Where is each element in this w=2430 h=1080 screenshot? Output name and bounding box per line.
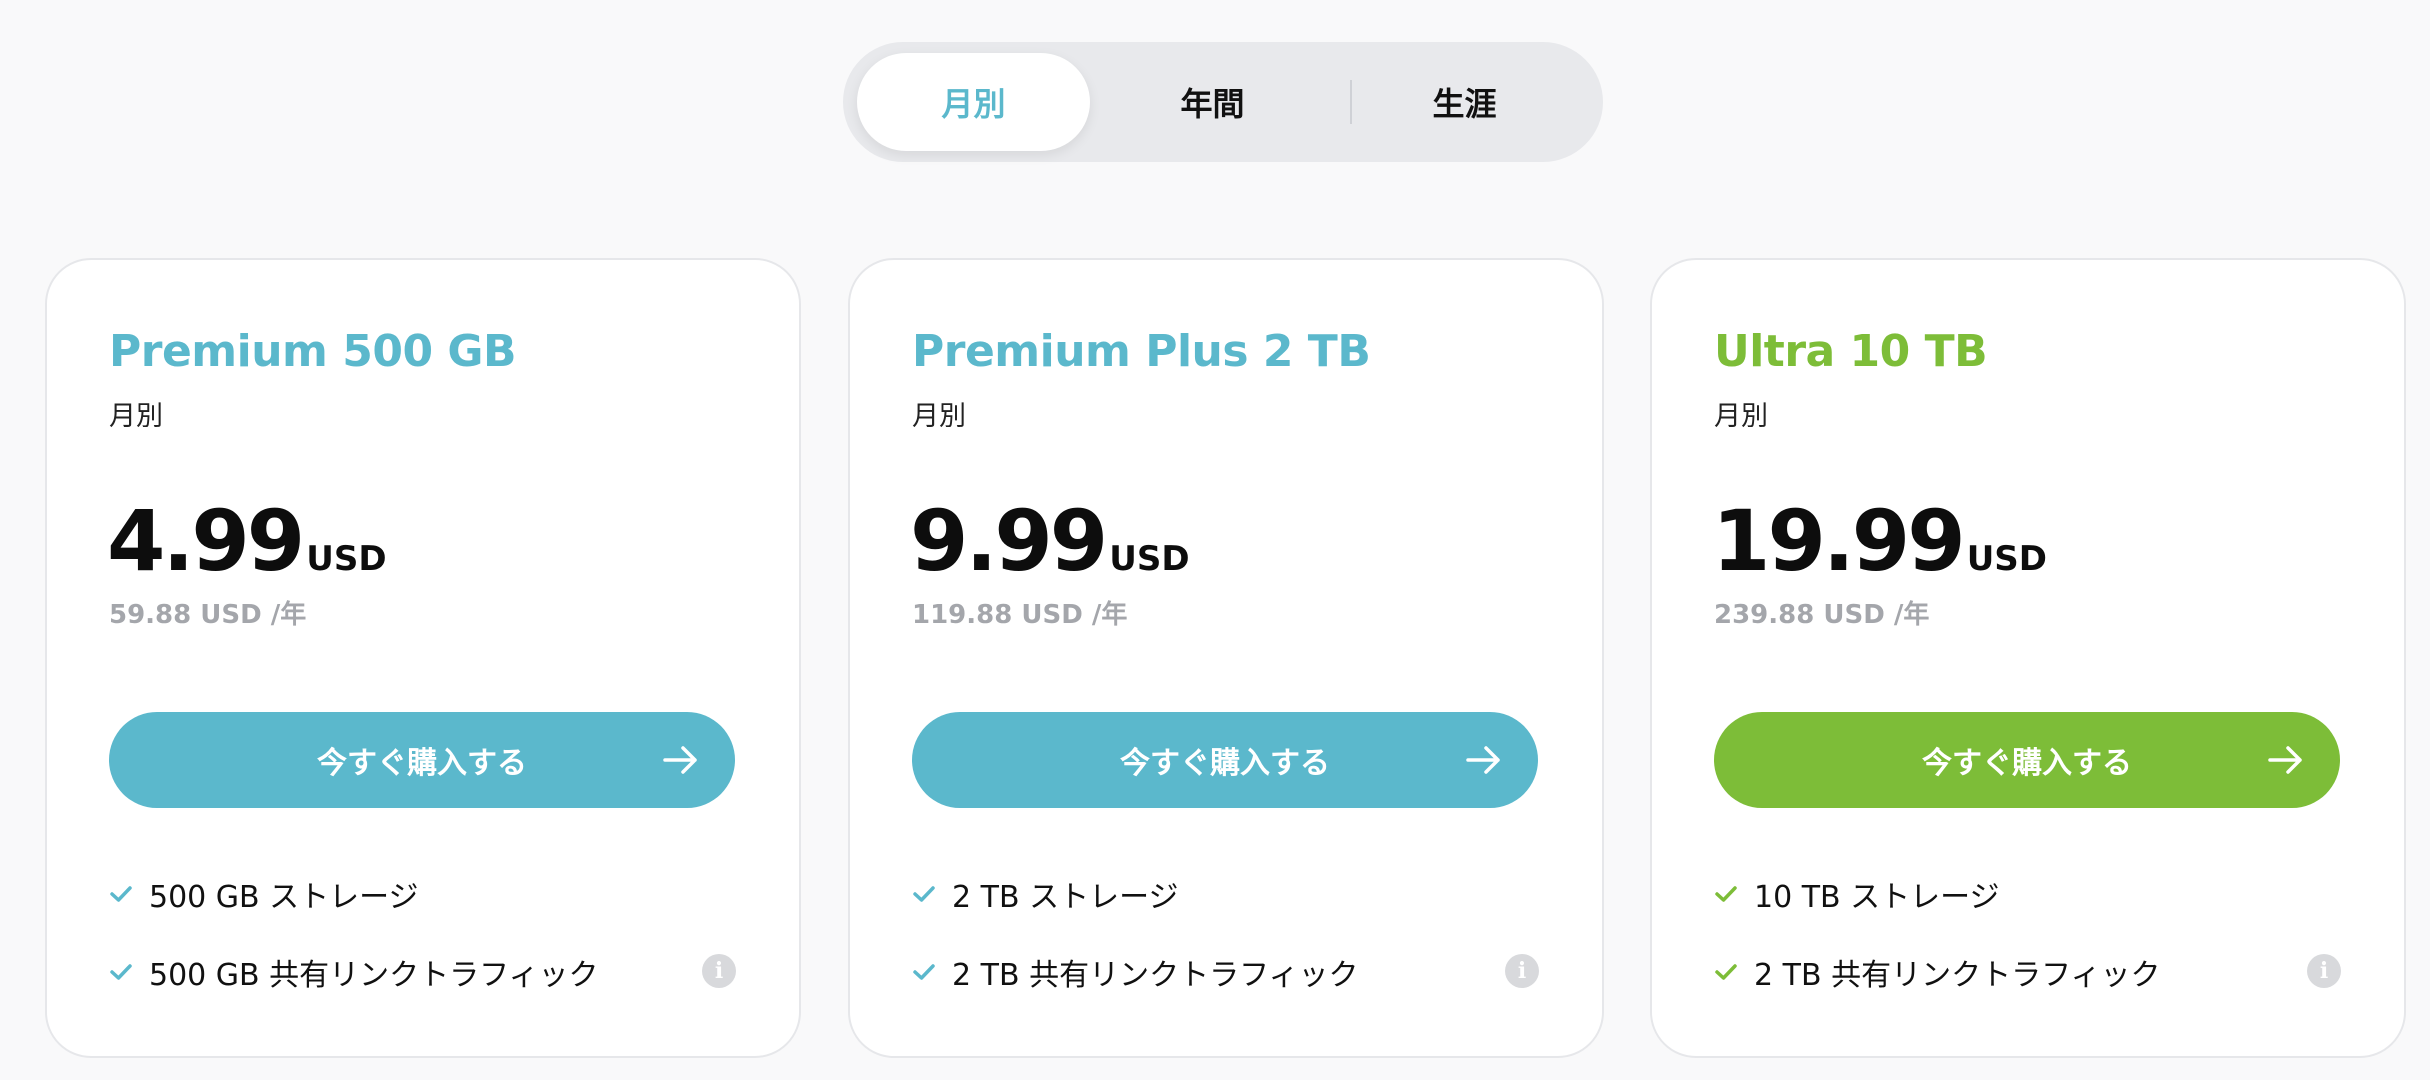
billing-period-toggle: 月別 年間 生涯 xyxy=(843,42,1603,162)
feature-text: 500 GB ストレージ xyxy=(149,880,419,915)
pricing-page: 月別 年間 生涯 Premium 500 GB 月別 4.99 USD 59.8… xyxy=(0,0,2430,1080)
plan-period: 月別 xyxy=(912,401,966,432)
feature-text: 500 GB 共有リンクトラフィック xyxy=(149,958,599,993)
price-amount: 19.99 xyxy=(1712,492,1966,590)
feature-item: 2 TB ストレージ xyxy=(912,872,1178,916)
toggle-option-lifetime[interactable]: 生涯 xyxy=(1348,53,1581,151)
info-icon[interactable]: i xyxy=(702,954,736,988)
arrow-right-icon xyxy=(663,746,697,774)
price-currency: USD xyxy=(306,539,387,579)
info-icon[interactable]: i xyxy=(1505,954,1539,988)
price-currency: USD xyxy=(1966,539,2048,579)
annual-price: 239.88 USD /年 xyxy=(1714,600,1930,630)
annual-price: 119.88 USD /年 xyxy=(912,600,1128,630)
price-row: 9.99 USD xyxy=(910,492,1190,590)
feature-item: 10 TB ストレージ xyxy=(1714,872,2000,916)
check-icon xyxy=(1715,964,1737,980)
annual-price: 59.88 USD /年 xyxy=(109,600,307,630)
plan-card-ultra-10tb: Ultra 10 TB 月別 19.99 USD 239.88 USD /年 今… xyxy=(1650,258,2406,1058)
price-amount: 9.99 xyxy=(910,492,1108,590)
check-icon xyxy=(110,964,132,980)
buy-now-button[interactable]: 今すぐ購入する xyxy=(109,712,735,808)
feature-item: 500 GB 共有リンクトラフィック xyxy=(109,950,599,994)
arrow-right-icon xyxy=(1466,746,1500,774)
plan-period: 月別 xyxy=(1714,401,1768,432)
buy-now-label: 今すぐ購入する xyxy=(1120,746,1330,781)
price-amount: 4.99 xyxy=(107,492,305,590)
buy-now-button[interactable]: 今すぐ購入する xyxy=(1714,712,2340,808)
feature-item: 2 TB 共有リンクトラフィック xyxy=(1714,950,2160,994)
buy-now-button[interactable]: 今すぐ購入する xyxy=(912,712,1538,808)
feature-text: 2 TB 共有リンクトラフィック xyxy=(952,958,1359,993)
feature-item: 500 GB ストレージ xyxy=(109,872,419,916)
info-icon[interactable]: i xyxy=(2307,954,2341,988)
feature-item: 2 TB 共有リンクトラフィック xyxy=(912,950,1358,994)
check-icon xyxy=(913,964,935,980)
plan-name: Premium 500 GB xyxy=(109,326,517,377)
price-currency: USD xyxy=(1109,539,1190,579)
buy-now-label: 今すぐ購入する xyxy=(317,746,527,781)
price-row: 19.99 USD xyxy=(1712,492,2047,590)
check-icon xyxy=(110,886,132,902)
check-icon xyxy=(913,886,935,902)
check-icon xyxy=(1715,886,1737,902)
buy-now-label: 今すぐ購入する xyxy=(1922,746,2132,781)
plan-name: Ultra 10 TB xyxy=(1714,326,1988,377)
toggle-option-yearly[interactable]: 年間 xyxy=(1096,53,1329,151)
feature-text: 2 TB ストレージ xyxy=(952,880,1179,915)
arrow-right-icon xyxy=(2268,746,2302,774)
plan-card-premium-500gb: Premium 500 GB 月別 4.99 USD 59.88 USD /年 … xyxy=(45,258,801,1058)
feature-text: 10 TB ストレージ xyxy=(1754,880,2000,915)
plan-period: 月別 xyxy=(109,401,163,432)
feature-text: 2 TB 共有リンクトラフィック xyxy=(1754,958,2161,993)
toggle-option-monthly[interactable]: 月別 xyxy=(857,53,1090,151)
plan-card-premium-plus-2tb: Premium Plus 2 TB 月別 9.99 USD 119.88 USD… xyxy=(848,258,1604,1058)
plan-name: Premium Plus 2 TB xyxy=(912,326,1371,377)
price-row: 4.99 USD xyxy=(107,492,387,590)
